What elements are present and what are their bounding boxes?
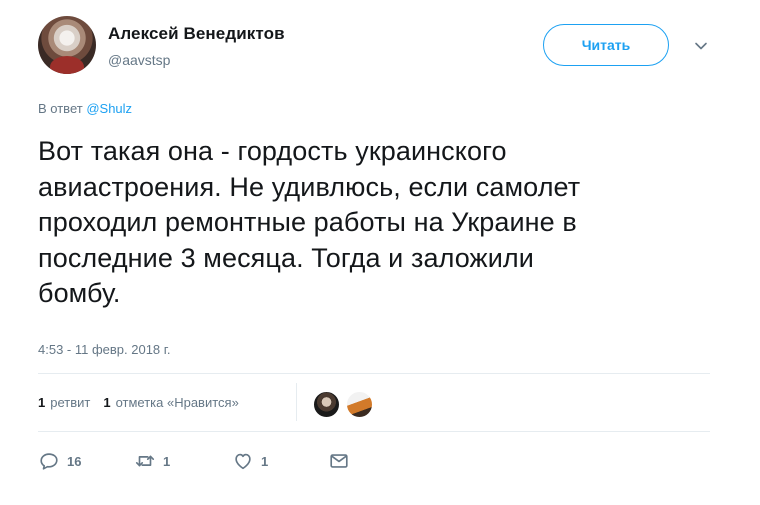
heart-icon xyxy=(235,453,251,470)
follow-button[interactable]: Читать xyxy=(543,24,669,66)
like-stat-label: отметка «Нравится» xyxy=(115,395,239,410)
author-avatar[interactable] xyxy=(38,16,96,74)
reply-icon xyxy=(40,453,58,470)
reply-context-prefix: В ответ xyxy=(38,101,83,116)
author-username[interactable]: @aavstsp xyxy=(108,52,170,68)
envelope-icon xyxy=(330,454,348,468)
retweet-icon xyxy=(135,455,155,467)
tweet-stats: 1 ретвит 1 отметка «Нравится» xyxy=(38,395,252,410)
reply-count: 16 xyxy=(67,453,82,469)
retweet-count: 1 xyxy=(163,453,171,469)
tweet-timestamp[interactable]: 4:53 - 11 февр. 2018 г. xyxy=(38,342,171,357)
tweet-actions: 16 1 1 xyxy=(38,450,438,474)
reply-mention-link[interactable]: @Shulz xyxy=(86,101,132,116)
retweet-stat-label: ретвит xyxy=(50,395,91,410)
like-stat-count: 1 xyxy=(103,395,111,410)
liker-avatar[interactable] xyxy=(312,390,341,419)
tweet-text: Вот такая она - гордость украинского ави… xyxy=(38,136,581,308)
reply-button[interactable]: 16 xyxy=(38,450,81,472)
stats-separator xyxy=(296,383,297,421)
divider xyxy=(38,373,710,374)
retweet-button[interactable]: 1 xyxy=(134,450,170,472)
like-count: 1 xyxy=(261,453,269,469)
chevron-down-icon[interactable] xyxy=(693,38,709,54)
divider xyxy=(38,431,710,432)
reply-context: В ответ @Shulz xyxy=(38,101,132,116)
retweet-stat[interactable]: 1 ретвит xyxy=(38,395,90,410)
author-display-name[interactable]: Алексей Венедиктов xyxy=(108,24,285,44)
liker-avatar[interactable] xyxy=(345,390,374,419)
like-stat[interactable]: 1 отметка «Нравится» xyxy=(103,395,238,410)
retweet-stat-count: 1 xyxy=(38,395,46,410)
like-button[interactable]: 1 xyxy=(232,450,268,472)
tweet: Алексей Венедиктов @aavstsp Читать В отв… xyxy=(0,0,760,505)
direct-message-button[interactable] xyxy=(328,450,357,472)
